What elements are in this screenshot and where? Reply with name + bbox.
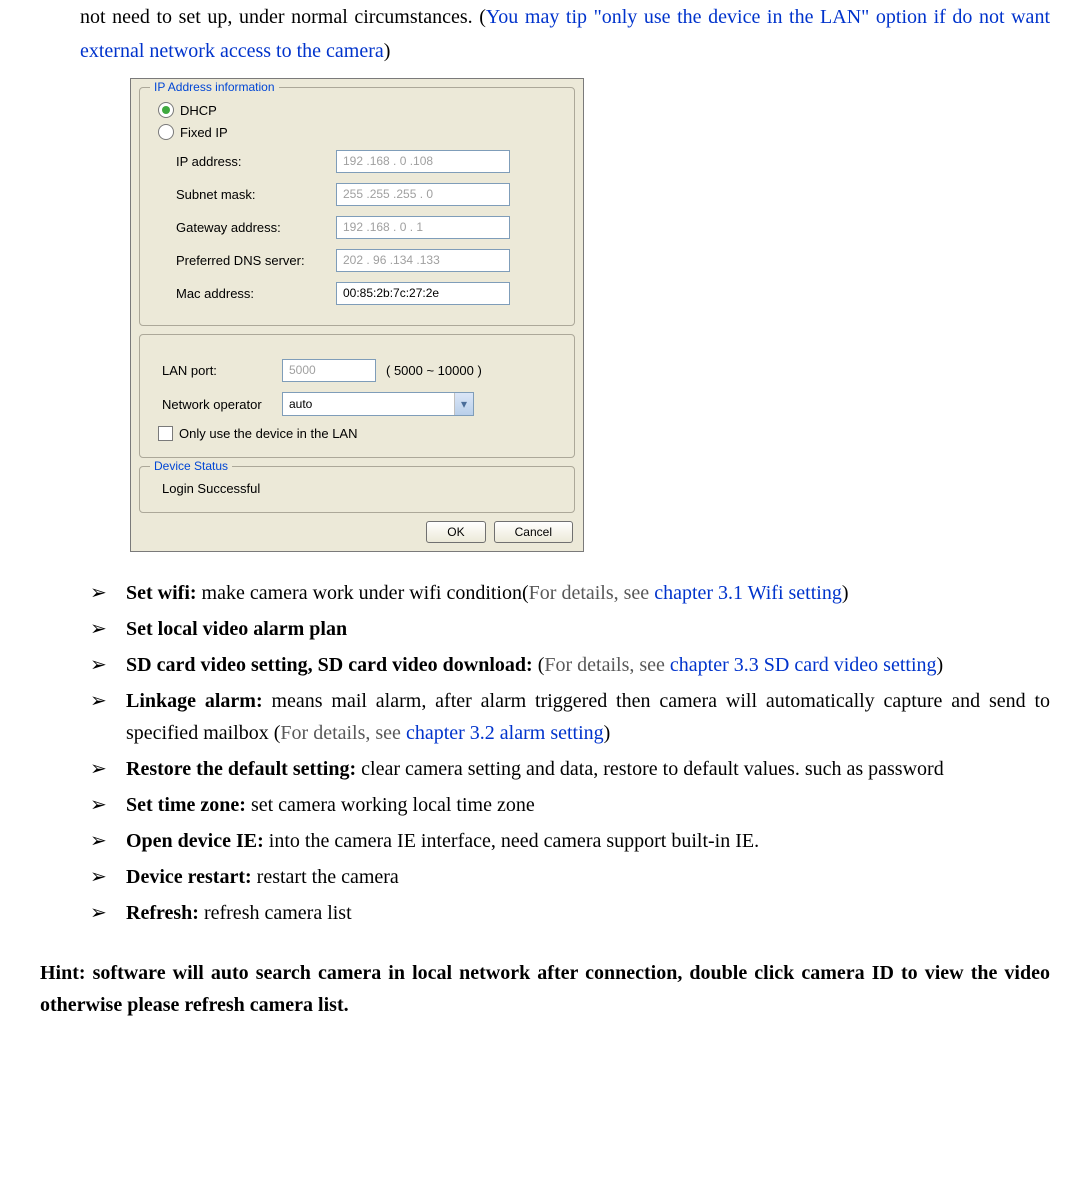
list-item: SD card video setting, SD card video dow… — [90, 649, 1050, 681]
list-item-link[interactable]: chapter 3.3 SD card video setting — [670, 654, 937, 676]
ip-group-title: IP Address information — [150, 80, 279, 94]
list-item-text: clear camera setting and data, restore t… — [356, 758, 944, 780]
label-mask: Subnet mask: — [176, 187, 336, 202]
list-item-text: refresh camera list — [199, 902, 352, 924]
label-mac: Mac address: — [176, 286, 336, 301]
lan-group: LAN port: 5000 ( 5000 ~ 10000 ) Network … — [139, 334, 575, 458]
lan-port-hint: ( 5000 ~ 10000 ) — [386, 363, 482, 378]
list-item-tail: ) — [604, 722, 611, 744]
list-item: Device restart: restart the camera — [90, 861, 1050, 893]
list-item-gray: For details, see — [529, 582, 655, 604]
checkbox-label: Only use the device in the LAN — [179, 426, 358, 441]
list-item-text: into the camera IE interface, need camer… — [264, 830, 759, 852]
list-item-bold: SD card video setting, SD card video dow… — [126, 654, 533, 676]
input-ip[interactable]: 192 .168 . 0 .108 — [336, 150, 510, 173]
row-network-operator: Network operator auto ▾ — [162, 392, 564, 416]
row-mask: Subnet mask: 255 .255 .255 . 0 — [176, 183, 564, 206]
list-item-text: ( — [533, 654, 545, 676]
list-item-tail: ) — [842, 582, 849, 604]
hint-paragraph: Hint: software will auto search camera i… — [40, 957, 1050, 1021]
list-item-bold: Set local video alarm plan — [126, 618, 347, 640]
input-dns[interactable]: 202 . 96 .134 .133 — [336, 249, 510, 272]
list-item-tail: ) — [937, 654, 944, 676]
row-dns: Preferred DNS server: 202 . 96 .134 .133 — [176, 249, 564, 272]
intro-pre: not need to set up, under normal circums… — [80, 6, 486, 28]
list-item-text: set camera working local time zone — [246, 794, 535, 816]
label-gateway: Gateway address: — [176, 220, 336, 235]
checkbox-only-lan[interactable]: Only use the device in the LAN — [158, 426, 564, 441]
feature-list: Set wifi: make camera work under wifi co… — [90, 577, 1050, 929]
radio-dot-icon — [158, 102, 174, 118]
ok-button[interactable]: OK — [426, 521, 485, 543]
list-item-gray: For details, see — [544, 654, 670, 676]
label-netop: Network operator — [162, 397, 282, 412]
list-item-bold: Open device IE: — [126, 830, 264, 852]
row-lan-port: LAN port: 5000 ( 5000 ~ 10000 ) — [162, 359, 564, 382]
radio-fixed-label: Fixed IP — [180, 125, 228, 140]
list-item-bold: Set time zone: — [126, 794, 246, 816]
status-group-title: Device Status — [150, 459, 232, 473]
input-mask[interactable]: 255 .255 .255 . 0 — [336, 183, 510, 206]
row-gateway: Gateway address: 192 .168 . 0 . 1 — [176, 216, 564, 239]
ip-address-group: IP Address information DHCP Fixed IP IP … — [139, 87, 575, 326]
row-mac: Mac address: 00:85:2b:7c:27:2e — [176, 282, 564, 305]
radio-dhcp[interactable]: DHCP — [158, 102, 564, 118]
label-lan: LAN port: — [162, 363, 282, 378]
select-value: auto — [289, 397, 312, 411]
list-item: Open device IE: into the camera IE inter… — [90, 825, 1050, 857]
list-item-link[interactable]: chapter 3.1 Wifi setting — [654, 582, 842, 604]
list-item-bold: Restore the default setting: — [126, 758, 356, 780]
cancel-button[interactable]: Cancel — [494, 521, 573, 543]
intro-end: ) — [384, 40, 391, 62]
chevron-down-icon: ▾ — [454, 393, 473, 415]
list-item-link[interactable]: chapter 3.2 alarm setting — [406, 722, 604, 744]
list-item: Linkage alarm: means mail alarm, after a… — [90, 685, 1050, 749]
radio-fixed-ip[interactable]: Fixed IP — [158, 124, 564, 140]
label-ip: IP address: — [176, 154, 336, 169]
list-item-bold: Device restart: — [126, 866, 252, 888]
list-item: Set local video alarm plan — [90, 613, 1050, 645]
list-item-bold: Set wifi: — [126, 582, 197, 604]
radio-dhcp-label: DHCP — [180, 103, 217, 118]
label-dns: Preferred DNS server: — [176, 253, 336, 268]
ip-dialog-screenshot: IP Address information DHCP Fixed IP IP … — [130, 78, 1050, 552]
dialog-buttons: OK Cancel — [137, 521, 577, 545]
list-item-text: restart the camera — [252, 866, 399, 888]
select-network-operator[interactable]: auto ▾ — [282, 392, 474, 416]
input-lan-port[interactable]: 5000 — [282, 359, 376, 382]
list-item: Set time zone: set camera working local … — [90, 789, 1050, 821]
input-gateway[interactable]: 192 .168 . 0 . 1 — [336, 216, 510, 239]
device-status-group: Device Status Login Successful — [139, 466, 575, 513]
list-item-bold: Linkage alarm: — [126, 690, 263, 712]
list-item-bold: Refresh: — [126, 902, 199, 924]
row-ip: IP address: 192 .168 . 0 .108 — [176, 150, 564, 173]
dialog-window: IP Address information DHCP Fixed IP IP … — [130, 78, 584, 552]
list-item: Refresh: refresh camera list — [90, 897, 1050, 929]
list-item-text: make camera work under wifi condition( — [197, 582, 529, 604]
intro-paragraph: not need to set up, under normal circums… — [80, 0, 1050, 68]
input-mac[interactable]: 00:85:2b:7c:27:2e — [336, 282, 510, 305]
radio-dot-icon — [158, 124, 174, 140]
checkbox-icon — [158, 426, 173, 441]
list-item: Restore the default setting: clear camer… — [90, 753, 1050, 785]
status-text: Login Successful — [162, 481, 564, 496]
list-item-gray: For details, see — [280, 722, 406, 744]
list-item: Set wifi: make camera work under wifi co… — [90, 577, 1050, 609]
